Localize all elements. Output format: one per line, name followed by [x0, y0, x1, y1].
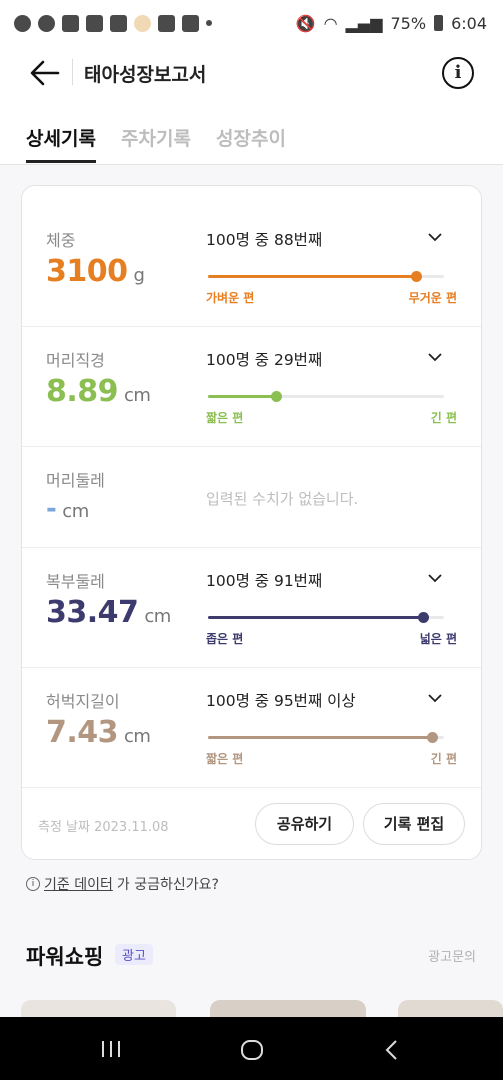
measurement-value: 3100 g	[46, 254, 145, 289]
measurement-label: 머리직경	[46, 351, 105, 370]
app-icon	[110, 14, 127, 32]
share-button[interactable]: 공유하기	[255, 803, 354, 845]
avatar-icon	[134, 14, 151, 32]
header-divider	[72, 59, 73, 85]
mute-icon: 🔇	[295, 13, 316, 33]
percentile-fill	[208, 275, 416, 278]
reference-data-help: i 기준 데이터 가 궁금하신가요?	[26, 874, 219, 894]
measurement-value: 8.89 cm	[46, 374, 151, 409]
percentile-bar	[208, 391, 444, 402]
tab-bar: 상세기록 주차기록 성장추이	[0, 102, 503, 165]
percentile-fill	[208, 736, 433, 739]
battery-icon	[434, 15, 444, 31]
back-nav-icon[interactable]	[384, 1039, 400, 1061]
chevron-down-icon[interactable]	[428, 691, 442, 705]
measurement-label: 복부둘레	[46, 572, 105, 591]
low-label: 가벼운 편	[206, 291, 255, 305]
info-icon[interactable]: i	[442, 57, 474, 89]
active-tab-indicator	[26, 160, 96, 163]
tab-detail-record[interactable]: 상세기록	[26, 124, 96, 151]
tab-weekly-record[interactable]: 주차기록	[121, 124, 191, 151]
tab-growth-trend[interactable]: 성장추이	[216, 124, 286, 151]
info-small-icon: i	[26, 877, 40, 891]
no-value-text: 입력된 수치가 없습니다.	[206, 490, 359, 508]
chevron-down-icon[interactable]	[428, 350, 442, 364]
page-title: 태아성장보고서	[84, 64, 207, 86]
reference-data-link[interactable]: 기준 데이터	[44, 874, 113, 894]
clock: 6:04	[451, 13, 487, 33]
rank-text: 100명 중 95번째 이상	[206, 692, 356, 710]
measurement-label: 허벅지길이	[46, 692, 120, 711]
high-label: 긴 편	[430, 752, 457, 766]
percentile-marker	[271, 391, 283, 402]
low-label: 짧은 편	[206, 752, 244, 766]
notification-icons	[14, 14, 212, 32]
instagram-icon	[86, 14, 103, 32]
power-shopping-title: 파워쇼핑	[26, 945, 104, 969]
signal-icon: ▂▄▆	[345, 13, 383, 33]
status-bar: 🔇 ◠ ▂▄▆ 75% 6:04	[0, 0, 503, 46]
low-label: 좁은 편	[206, 632, 244, 646]
image-icon	[182, 14, 199, 32]
more-dot-icon	[206, 20, 212, 26]
percentile-marker	[417, 612, 429, 623]
high-label: 넓은 편	[419, 632, 457, 646]
rank-text: 100명 중 29번째	[206, 351, 323, 369]
chat-icon	[38, 14, 55, 32]
chevron-down-icon[interactable]	[428, 230, 442, 244]
measurement-value: 7.43 cm	[46, 715, 151, 750]
measurement-row-head-circumference: 머리둘레 - cm 입력된 수치가 없습니다.	[22, 447, 481, 548]
measurement-row-head-diameter: 머리직경 8.89 cm 100명 중 29번째 짧은 편 긴 편	[22, 327, 481, 447]
app-header: 태아성장보고서 i	[0, 46, 503, 102]
high-label: 긴 편	[430, 411, 457, 425]
home-icon[interactable]	[240, 1039, 264, 1061]
wifi-icon: ◠	[323, 13, 338, 33]
b3-icon	[62, 14, 79, 32]
measurement-card: 체중 3100 g 100명 중 88번째 가벼운 편 무거운 편 머리직경 8.…	[21, 185, 482, 860]
low-label: 짧은 편	[206, 411, 244, 425]
measurement-value: - cm	[46, 494, 89, 524]
measurement-date: 측정 날짜 2023.11.08	[38, 820, 169, 835]
rank-text: 100명 중 91번째	[206, 572, 323, 590]
high-label: 무거운 편	[408, 291, 457, 305]
talk-icon	[14, 14, 31, 32]
measurement-row-abdomen: 복부둘레 33.47 cm 100명 중 91번째 좁은 편 넓은 편	[22, 548, 481, 668]
download-icon	[158, 14, 175, 32]
measurement-value: 33.47 cm	[46, 595, 171, 630]
help-text: 가 궁금하신가요?	[116, 877, 219, 893]
ad-inquiry-link[interactable]: 광고문의	[428, 946, 476, 965]
system-nav-bar	[0, 1017, 503, 1080]
measurement-row-weight: 체중 3100 g 100명 중 88번째 가벼운 편 무거운 편	[22, 186, 481, 327]
measurement-label: 체중	[46, 231, 76, 250]
recent-apps-icon[interactable]	[100, 1039, 122, 1059]
percentile-bar	[208, 271, 444, 282]
battery-percent: 75%	[390, 13, 427, 33]
percentile-marker	[410, 271, 422, 282]
system-icons: 🔇 ◠ ▂▄▆ 75% 6:04	[296, 14, 487, 33]
rank-text: 100명 중 88번째	[206, 231, 323, 249]
percentile-bar	[208, 732, 444, 743]
measurement-label: 머리둘레	[46, 471, 105, 490]
percentile-fill	[208, 616, 423, 619]
ad-badge: 광고	[115, 944, 153, 965]
measurement-row-femur: 허벅지길이 7.43 cm 100명 중 95번째 이상 짧은 편 긴 편	[22, 668, 481, 788]
back-arrow-icon[interactable]	[28, 56, 62, 90]
percentile-marker	[427, 732, 439, 743]
percentile-fill	[208, 395, 277, 398]
edit-record-button[interactable]: 기록 편집	[363, 803, 465, 845]
chevron-down-icon[interactable]	[428, 571, 442, 585]
percentile-bar	[208, 612, 444, 623]
